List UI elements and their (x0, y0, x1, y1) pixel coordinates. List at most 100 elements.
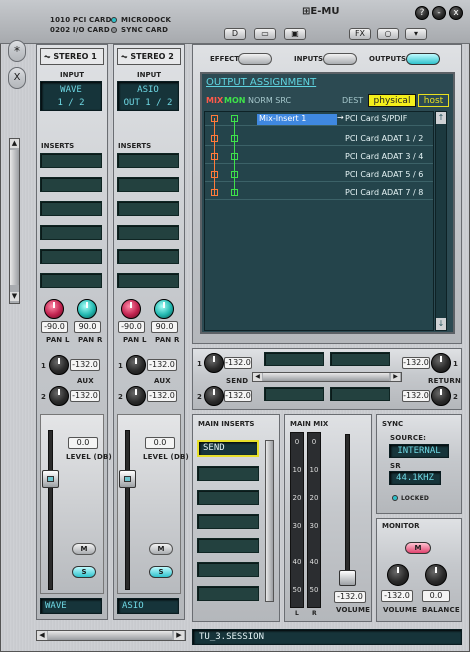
strip-2-aux-1-value[interactable]: -132.0 (147, 359, 177, 371)
fx-button[interactable]: FX (349, 28, 371, 40)
strip-2-input-selector[interactable]: ASIO OUT 1 / 2 (117, 81, 179, 111)
aux-return-slot[interactable] (264, 387, 324, 401)
strip-1-aux-1-knob[interactable] (49, 355, 69, 375)
dest-physical-toggle[interactable]: physical (368, 94, 416, 107)
strip-2-aux-2-knob[interactable] (126, 386, 146, 406)
strip-1-level-value[interactable]: 0.0 (68, 437, 98, 449)
main-mix-volume-value[interactable]: -132.0 (334, 591, 366, 603)
insert-slot[interactable] (117, 153, 179, 168)
scroll-up-icon[interactable]: ↑ (436, 112, 446, 124)
strip-2-pan-l-value[interactable]: -90.0 (118, 321, 145, 333)
new-session-button[interactable]: D (224, 28, 246, 40)
strip-2-pan-r-knob[interactable] (154, 299, 174, 319)
output-list-scrollbar[interactable] (435, 111, 447, 331)
output-row[interactable]: Mix-Insert 1 → PCI Card S/PDIF (205, 112, 433, 126)
insert-slot[interactable] (117, 249, 179, 264)
insert-slot[interactable] (40, 249, 102, 264)
monitor-balance-value[interactable]: 0.0 (422, 590, 450, 602)
main-inserts-scrollbar[interactable] (265, 440, 274, 602)
aux-return-slot[interactable] (330, 387, 390, 401)
strip-1-fader-handle[interactable] (42, 470, 59, 488)
send-1-value[interactable]: -132.0 (224, 357, 252, 369)
strip-1-pan-l-knob[interactable] (44, 299, 64, 319)
scroll-up-icon[interactable]: ▲ (10, 139, 19, 148)
monitor-volume-value[interactable]: -132.0 (381, 590, 413, 602)
main-insert-slot[interactable] (197, 586, 259, 601)
return-2-value[interactable]: -132.0 (402, 390, 430, 402)
return-1-value[interactable]: -132.0 (402, 357, 430, 369)
strip-2-level-value[interactable]: 0.0 (145, 437, 175, 449)
side-tab-star[interactable]: * (8, 40, 26, 62)
strip-1-aux-2-value[interactable]: -132.0 (70, 390, 100, 402)
close-button[interactable]: x (449, 6, 463, 20)
dropdown-button[interactable]: ▾ (405, 28, 427, 40)
insert-slot[interactable] (40, 153, 102, 168)
strip-1-pan-r-knob[interactable] (77, 299, 97, 319)
strip-2-pan-l-knob[interactable] (121, 299, 141, 319)
scroll-right-icon[interactable]: ▶ (174, 631, 184, 640)
main-insert-slot[interactable] (197, 562, 259, 577)
aux-return-slot[interactable] (264, 352, 324, 366)
main-insert-slot[interactable] (197, 466, 259, 481)
strip-2-solo-button[interactable]: S (149, 566, 173, 578)
side-tab-x[interactable]: X (8, 67, 26, 89)
return-1-knob[interactable] (431, 353, 451, 373)
strip-1-aux-2-knob[interactable] (49, 386, 69, 406)
scroll-thumb-horizontal[interactable] (48, 631, 172, 640)
session-name-display[interactable]: TU_3.SESSION (192, 629, 462, 645)
insert-slot[interactable] (40, 273, 102, 288)
insert-slot[interactable] (117, 201, 179, 216)
main-insert-send[interactable]: SEND (197, 440, 259, 457)
scroll-down-icon[interactable]: ↓ (436, 318, 446, 330)
aux-return-slot[interactable] (330, 352, 390, 366)
aux-scroll-thumb[interactable] (263, 373, 389, 381)
output-row[interactable]: PCI Card ADAT 3 / 4 (205, 150, 433, 164)
scroll-right-icon[interactable]: ▶ (391, 373, 400, 381)
strip-2-pan-r-value[interactable]: 90.0 (151, 321, 178, 333)
tab-inputs[interactable] (323, 53, 357, 65)
save-session-button[interactable]: ▣ (284, 28, 306, 40)
send-2-value[interactable]: -132.0 (224, 390, 252, 402)
return-2-knob[interactable] (431, 386, 451, 406)
send-2-knob[interactable] (204, 386, 224, 406)
strip-1-pan-r-value[interactable]: 90.0 (74, 321, 101, 333)
dest-host-toggle[interactable]: host (418, 94, 449, 107)
insert-slot[interactable] (40, 177, 102, 192)
main-insert-slot[interactable] (197, 514, 259, 529)
insert-slot[interactable] (40, 225, 102, 240)
sync-sr-display[interactable]: 44.1KHZ (389, 471, 441, 485)
row-source[interactable]: Mix-Insert 1 (257, 114, 337, 125)
mode-button[interactable]: ○ (377, 28, 399, 40)
insert-slot[interactable] (117, 177, 179, 192)
main-insert-slot[interactable] (197, 538, 259, 553)
output-row[interactable]: PCI Card ADAT 7 / 8 (205, 186, 433, 200)
strip-2-aux-2-value[interactable]: -132.0 (147, 390, 177, 402)
strip-2-name-display[interactable]: ASIO (117, 598, 179, 614)
strip-1-input-selector[interactable]: WAVE 1 / 2 (40, 81, 102, 111)
strip-2-mute-button[interactable]: M (149, 543, 173, 555)
strip-1-pan-l-value[interactable]: -90.0 (41, 321, 68, 333)
scroll-left-icon[interactable]: ◀ (37, 631, 47, 640)
insert-slot[interactable] (117, 273, 179, 288)
send-1-knob[interactable] (204, 353, 224, 373)
insert-slot[interactable] (117, 225, 179, 240)
main-insert-slot[interactable] (197, 490, 259, 505)
output-row[interactable]: PCI Card ADAT 1 / 2 (205, 132, 433, 146)
minimize-button[interactable]: - (432, 6, 446, 20)
output-row[interactable]: PCI Card ADAT 5 / 6 (205, 168, 433, 182)
strip-1-solo-button[interactable]: S (72, 566, 96, 578)
strip-2-fader-handle[interactable] (119, 470, 136, 488)
tab-outputs[interactable] (406, 53, 440, 65)
open-session-button[interactable]: ▭ (254, 28, 276, 40)
monitor-mute-button[interactable]: M (405, 542, 431, 554)
strip-1-aux-1-value[interactable]: -132.0 (70, 359, 100, 371)
insert-slot[interactable] (40, 201, 102, 216)
tab-effect[interactable] (238, 53, 272, 65)
main-mix-fader-handle[interactable] (339, 570, 356, 586)
scroll-down-icon[interactable]: ▼ (10, 292, 19, 301)
strip-1-name-display[interactable]: WAVE (40, 598, 102, 614)
monitor-volume-knob[interactable] (387, 564, 409, 586)
monitor-balance-knob[interactable] (425, 564, 447, 586)
scroll-left-icon[interactable]: ◀ (253, 373, 262, 381)
strip-1-mute-button[interactable]: M (72, 543, 96, 555)
